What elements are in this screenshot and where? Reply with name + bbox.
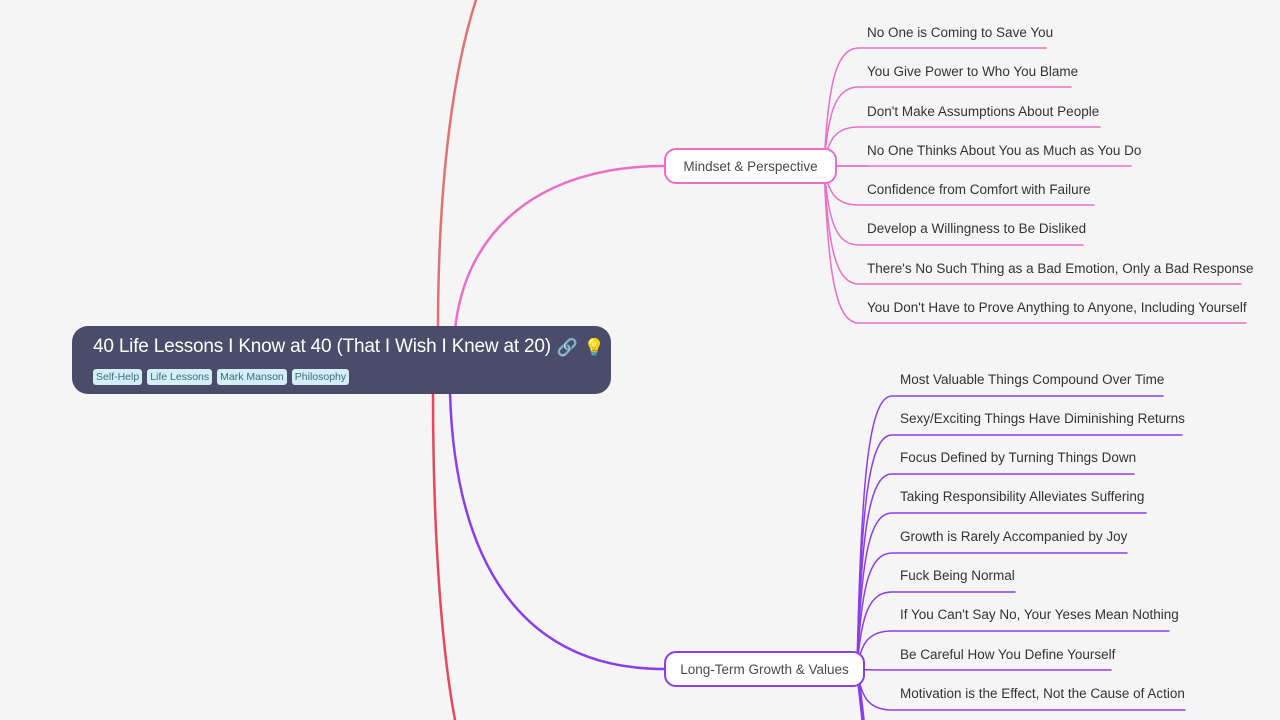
leaf-node[interactable]: No One Thinks About You as Much as You D… [867,143,1141,159]
tag[interactable]: Philosophy [291,369,350,385]
leaf-node[interactable]: Focus Defined by Turning Things Down [900,450,1136,466]
leaf-node[interactable]: If You Can't Say No, Your Yeses Mean Not… [900,607,1179,623]
leaf-node[interactable]: Taking Responsibility Alleviates Sufferi… [900,489,1144,505]
connector-root-to-growth [448,391,666,671]
connector-root-to-offscreen-top-branch [436,0,478,332]
tag-list: Self-Help Life Lessons Mark Manson Philo… [93,369,591,385]
connector-growth-to-leaf [856,434,1183,670]
leaf-node[interactable]: Sexy/Exciting Things Have Diminishing Re… [900,411,1185,427]
leaf-node[interactable]: You Don't Have to Prove Anything to Anyo… [867,300,1247,316]
leaf-node[interactable]: No One is Coming to Save You [867,25,1053,41]
leaf-node[interactable]: Growth is Rarely Accompanied by Joy [900,529,1127,545]
leaf-node[interactable]: Don't Make Assumptions About People [867,104,1099,120]
leaf-node[interactable]: You Give Power to Who You Blame [867,64,1078,80]
root-title: 40 Life Lessons I Know at 40 (That I Wis… [93,336,551,357]
tag[interactable]: Life Lessons [147,369,213,385]
tag[interactable]: Mark Manson [217,369,287,385]
tag[interactable]: Self-Help [93,369,143,385]
lightbulb-icon: 💡 [583,338,605,357]
leaf-node[interactable]: Develop a Willingness to Be Disliked [867,221,1086,237]
leaf-node[interactable]: Confidence from Comfort with Failure [867,182,1091,198]
connector-growth-to-leaf [856,668,1112,671]
leaf-node[interactable]: Fuck Being Normal [900,568,1015,584]
leaf-node[interactable]: Motivation is the Effect, Not the Cause … [900,686,1185,702]
root-title-row: 40 Life Lessons I Know at 40 (That I Wis… [93,335,605,360]
connector-root-to-mindset [453,164,666,332]
leaf-node[interactable]: There's No Such Thing as a Bad Emotion, … [867,261,1254,277]
root-node[interactable]: 40 Life Lessons I Know at 40 (That I Wis… [72,326,611,394]
mindmap-canvas[interactable]: 40 Life Lessons I Know at 40 (That I Wis… [0,0,1280,720]
branch-node-long-term-growth-values[interactable]: Long-Term Growth & Values [664,651,865,687]
connector-root-to-offscreen-bottom-branch [431,391,457,720]
leaf-node[interactable]: Be Careful How You Define Yourself [900,647,1115,663]
link-icon[interactable]: 🔗 [557,336,578,360]
leaf-node[interactable]: Most Valuable Things Compound Over Time [900,372,1164,388]
branch-node-mindset-perspective[interactable]: Mindset & Perspective [664,148,837,184]
